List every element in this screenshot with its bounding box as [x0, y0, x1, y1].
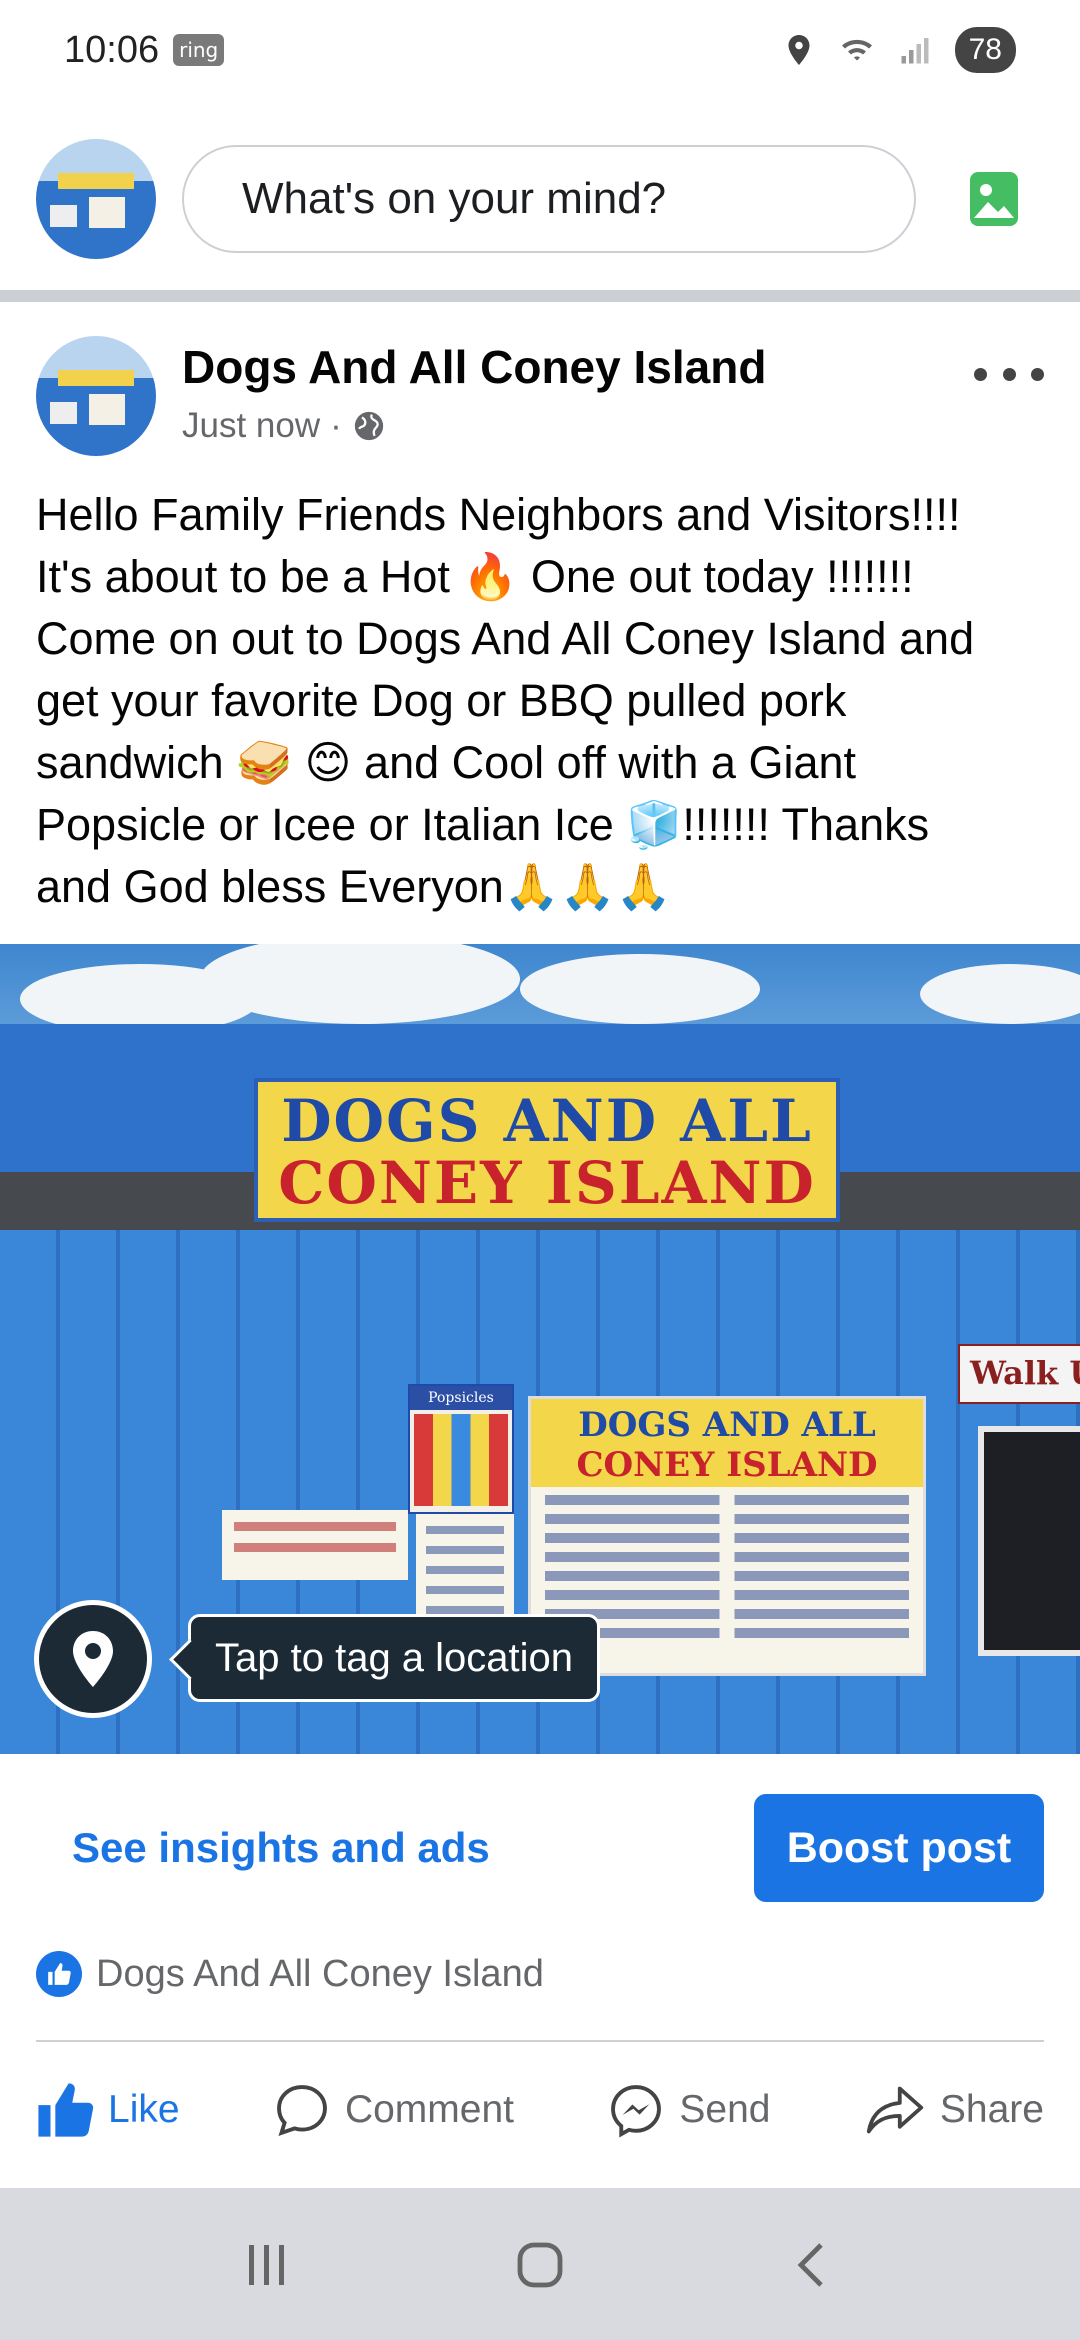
home-icon[interactable] [510, 2235, 570, 2295]
share-label: Share [939, 2088, 1044, 2131]
page-avatar[interactable] [36, 139, 156, 259]
post-meta: Dogs And All Coney Island Just now · [182, 336, 766, 446]
messenger-icon [611, 2085, 662, 2138]
boost-post-button[interactable]: Boost post [754, 1794, 1044, 1902]
like-label: Like [108, 2088, 180, 2131]
menu-board-title2: CONEY ISLAND [576, 1445, 878, 1485]
post-text-line: It's about to be a Hot 🔥 One out today !… [36, 551, 914, 602]
storefront-sign: DOGS AND ALL CONEY ISLAND [254, 1078, 840, 1222]
post-text-line: get your favorite Dog or BBQ pulled pork [36, 675, 847, 726]
post-text-line: and God bless Everyon🙏🙏🙏 [36, 861, 672, 912]
see-insights-link[interactable]: See insights and ads [72, 1824, 490, 1872]
meta-separator: · [330, 406, 342, 445]
comment-icon [277, 2085, 327, 2137]
like-reaction-icon [36, 1951, 82, 1997]
status-icons: 78 [781, 27, 1016, 73]
tag-location-tooltip[interactable]: Tap to tag a location [188, 1614, 601, 1702]
post-text-line: sandwich 🥪 😊 and Cool off with a Giant [36, 737, 857, 788]
share-icon [866, 2086, 924, 2134]
thumbs-up-icon [38, 2083, 94, 2137]
storefront-sign-line1: DOGS AND ALL [281, 1087, 813, 1155]
post-text-line: Popsicle or Icee or Italian Ice 🧊!!!!!!!… [36, 799, 930, 850]
photo-icon[interactable] [944, 149, 1044, 249]
status-bar: 10:06 ring 78 [0, 0, 1080, 100]
wifi-icon [841, 39, 872, 61]
location-icon [788, 35, 810, 65]
send-label: Send [679, 2088, 771, 2131]
section-divider [0, 290, 1080, 302]
timestamp-text[interactable]: Just now [182, 406, 320, 446]
xl-menu-board [222, 1510, 408, 1580]
back-icon[interactable] [783, 2235, 843, 2295]
post-text-line: Hello Family Friends Neighbors and Visit… [36, 489, 961, 540]
post-action-bar: Like Comment Send Share [0, 2060, 1080, 2160]
more-options-icon[interactable] [974, 354, 1044, 394]
service-window [978, 1426, 1080, 1656]
insights-row: See insights and ads Boost post [0, 1794, 1080, 1902]
storefront-sign-line2: CONEY ISLAND [278, 1149, 816, 1217]
ring-notification-icon: ring [173, 34, 225, 66]
comment-button[interactable]: Comment [273, 2081, 514, 2139]
battery-indicator: 78 [954, 27, 1016, 73]
tag-location-button[interactable] [34, 1600, 152, 1718]
location-pin-icon [73, 1631, 113, 1687]
send-button[interactable]: Send [607, 2081, 771, 2139]
post-header: Dogs And All Coney Island Just now · [0, 336, 1080, 466]
whats-on-your-mind-input[interactable]: What's on your mind? [182, 145, 916, 253]
post-author-name[interactable]: Dogs And All Coney Island [182, 340, 766, 394]
recent-apps-icon[interactable] [237, 2235, 297, 2295]
reactions-summary[interactable]: Dogs And All Coney Island [36, 1946, 544, 2002]
post-timestamp: Just now · [182, 406, 766, 446]
walk-up-sign: Walk U [958, 1344, 1080, 1404]
post-text-line: Come on out to Dogs And All Coney Island… [36, 613, 975, 664]
status-time: 10:06 [64, 28, 160, 71]
like-button[interactable]: Like [36, 2081, 180, 2139]
popsicle-poster: Popsicles [408, 1384, 514, 1514]
share-button[interactable]: Share [864, 2081, 1044, 2139]
system-nav-bar [0, 2220, 1080, 2310]
post-composer: What's on your mind? [0, 110, 1080, 288]
post-author-avatar[interactable] [36, 336, 156, 456]
reactions-text: Dogs And All Coney Island [96, 1952, 544, 1995]
actions-divider [36, 2040, 1044, 2042]
menu-board-title1: DOGS AND ALL [578, 1405, 876, 1445]
comment-label: Comment [344, 2088, 514, 2131]
post-body-text: Hello Family Friends Neighbors and Visit… [36, 484, 1046, 918]
globe-icon [354, 411, 383, 441]
popsicle-label: Popsicles [410, 1386, 512, 1410]
signal-icon [901, 38, 929, 64]
